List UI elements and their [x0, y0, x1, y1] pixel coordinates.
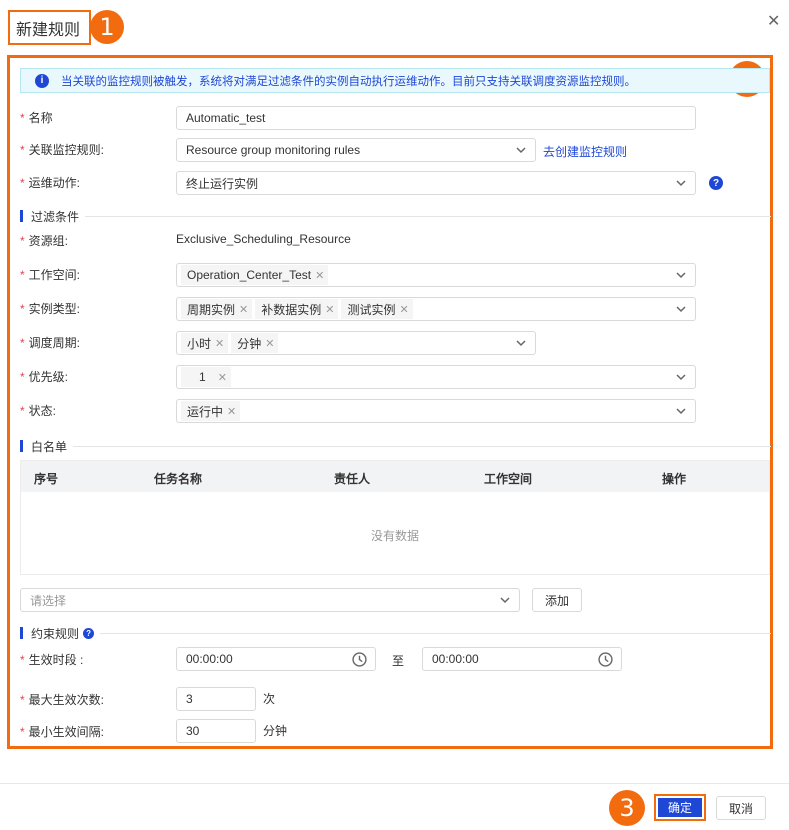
name-input[interactable]: Automatic_test — [176, 106, 696, 130]
clock-icon — [352, 652, 367, 667]
column-header: 责任人 — [334, 472, 371, 486]
start-time-input[interactable]: 00:00:00 — [176, 647, 376, 671]
confirm-button[interactable]: 确定 — [658, 798, 702, 817]
name-label: * 名称 — [20, 111, 53, 125]
action-label: * 运维动作: — [20, 176, 81, 190]
help-icon[interactable]: ? — [83, 627, 95, 639]
info-banner: i 当关联的监控规则被触发，系统将对满足过滤条件的实例自动执行运维动作。目前只支… — [20, 68, 770, 93]
instance-type-select[interactable]: 周期实例 ✕ 补数据实例 ✕ 测试实例 ✕ — [176, 297, 696, 321]
add-button[interactable]: 添加 — [532, 588, 582, 612]
close-icon[interactable]: ✕ — [767, 11, 780, 31]
min-interval-label: * 最小生效间隔: — [20, 725, 105, 739]
chevron-down-icon — [516, 340, 526, 347]
max-times-unit: 次 — [263, 692, 276, 706]
create-monitor-rule-link[interactable]: 去创建监控规则 — [543, 143, 627, 160]
whitelist-table: 序号 任务名称 责任人 工作空间 操作 没有数据 — [20, 460, 770, 575]
remove-tag-icon[interactable]: ✕ — [239, 303, 248, 316]
tag: Operation_Center_Test ✕ — [181, 265, 329, 285]
dialog-title-box: 新建规则 — [8, 10, 91, 45]
column-header: 操作 — [662, 472, 687, 486]
priority-select[interactable]: 1 ✕ — [176, 365, 696, 389]
instance-type-label: * 实例类型: — [20, 302, 81, 316]
resource-group-value: Exclusive_Scheduling_Resource — [176, 232, 351, 246]
max-times-input[interactable]: 3 — [176, 687, 256, 711]
table-header: 序号 任务名称 责任人 工作空间 操作 — [21, 461, 769, 492]
period-label: * 生效时段 : — [20, 653, 84, 667]
chevron-down-icon — [676, 306, 686, 313]
remove-tag-icon[interactable]: ✕ — [215, 337, 224, 350]
min-interval-unit: 分钟 — [263, 724, 288, 738]
monitor-rule-label: * 关联监控规则: — [20, 143, 105, 157]
min-interval-input[interactable]: 30 — [176, 719, 256, 743]
tag: 运行中 ✕ — [181, 401, 241, 421]
resource-group-label: * 资源组: — [20, 234, 69, 248]
schedule-cycle-label: * 调度周期: — [20, 336, 81, 350]
period-separator: 至 — [392, 654, 405, 668]
footer-divider — [0, 783, 789, 784]
info-icon: i — [35, 73, 49, 88]
cancel-button[interactable]: 取消 — [716, 796, 766, 820]
tag: 补数据实例 ✕ — [255, 299, 339, 319]
tag: 分钟 ✕ — [231, 333, 279, 353]
chevron-down-icon — [676, 180, 686, 187]
end-time-input[interactable]: 00:00:00 — [422, 647, 622, 671]
info-text: 当关联的监控规则被触发，系统将对满足过滤条件的实例自动执行运维动作。目前只支持关… — [61, 75, 636, 88]
tag: 1 ✕ — [181, 367, 231, 387]
help-icon[interactable]: ? — [709, 176, 723, 190]
action-select[interactable]: 终止运行实例 — [176, 171, 696, 195]
workspace-label: * 工作空间: — [20, 268, 81, 282]
workspace-select[interactable]: Operation_Center_Test ✕ — [176, 263, 696, 287]
max-times-label: * 最大生效次数: — [20, 693, 105, 707]
empty-text: 没有数据 — [370, 529, 419, 543]
whitelist-section-header: 白名单 — [20, 438, 771, 454]
priority-label: * 优先级: — [20, 370, 69, 384]
remove-tag-icon[interactable]: ✕ — [218, 371, 227, 384]
column-header: 任务名称 — [154, 472, 203, 486]
tag: 周期实例 ✕ — [181, 299, 253, 319]
chevron-down-icon — [676, 374, 686, 381]
chevron-down-icon — [500, 597, 510, 604]
monitor-rule-select[interactable]: Resource group monitoring rules — [176, 138, 536, 162]
chevron-down-icon — [676, 272, 686, 279]
column-header: 序号 — [34, 472, 59, 486]
remove-tag-icon[interactable]: ✕ — [315, 269, 324, 282]
remove-tag-icon[interactable]: ✕ — [265, 337, 274, 350]
remove-tag-icon[interactable]: ✕ — [399, 303, 408, 316]
column-header: 工作空间 — [484, 472, 533, 486]
remove-tag-icon[interactable]: ✕ — [325, 303, 334, 316]
tag: 测试实例 ✕ — [341, 299, 413, 319]
remove-tag-icon[interactable]: ✕ — [227, 405, 236, 418]
callout-1: 1 — [90, 10, 124, 44]
status-label: * 状态: — [20, 404, 57, 418]
dialog-title: 新建规则 — [16, 21, 81, 39]
confirm-highlight: 确定 — [654, 794, 706, 821]
callout-3: 3 — [609, 790, 645, 826]
constraints-section-header: 约束规则 ? — [20, 625, 771, 641]
status-select[interactable]: 运行中 ✕ — [176, 399, 696, 423]
chevron-down-icon — [676, 408, 686, 415]
clock-icon — [598, 652, 613, 667]
schedule-cycle-select[interactable]: 小时 ✕ 分钟 ✕ — [176, 331, 536, 355]
filter-section-header: 过滤条件 — [20, 208, 771, 224]
whitelist-task-select[interactable]: 请选择 — [20, 588, 520, 612]
tag: 小时 ✕ — [181, 333, 229, 353]
chevron-down-icon — [516, 147, 526, 154]
